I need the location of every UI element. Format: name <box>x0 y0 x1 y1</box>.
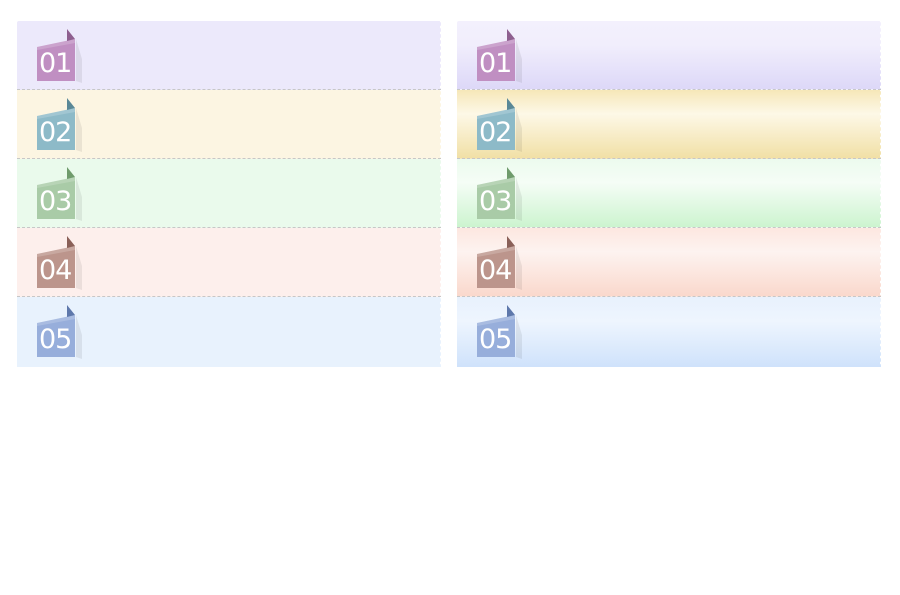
number-tag-icon: 01 <box>476 29 522 83</box>
item-number: 03 <box>39 186 72 217</box>
item-number: 01 <box>39 48 72 79</box>
item-number: 02 <box>479 117 512 148</box>
item-number: 04 <box>479 255 512 286</box>
left-list-item-4: 04 <box>17 228 445 297</box>
right-list-item-4: 04 <box>457 228 885 297</box>
item-number: 03 <box>479 186 512 217</box>
number-tag-icon: 03 <box>36 167 82 221</box>
left-list-item-5: 05 <box>17 297 445 367</box>
right-list-item-3: 03 <box>457 159 885 228</box>
left-list-item-1: 01 <box>17 21 445 90</box>
item-number: 04 <box>39 255 72 286</box>
number-tag-icon: 02 <box>36 98 82 152</box>
right-list-panel: 01 02 03 04 05 <box>457 21 885 367</box>
item-number: 05 <box>479 324 512 355</box>
number-tag-icon: 04 <box>476 236 522 290</box>
item-number: 05 <box>39 324 72 355</box>
item-number: 02 <box>39 117 72 148</box>
number-tag-icon: 03 <box>476 167 522 221</box>
number-tag-icon: 05 <box>36 305 82 359</box>
left-list-panel: 01 02 03 04 05 <box>17 21 445 367</box>
item-number: 01 <box>479 48 512 79</box>
number-tag-icon: 05 <box>476 305 522 359</box>
right-list-item-1: 01 <box>457 21 885 90</box>
right-list-item-2: 02 <box>457 90 885 159</box>
number-tag-icon: 02 <box>476 98 522 152</box>
left-list-item-2: 02 <box>17 90 445 159</box>
left-list-item-3: 03 <box>17 159 445 228</box>
right-list-item-5: 05 <box>457 297 885 367</box>
number-tag-icon: 01 <box>36 29 82 83</box>
number-tag-icon: 04 <box>36 236 82 290</box>
